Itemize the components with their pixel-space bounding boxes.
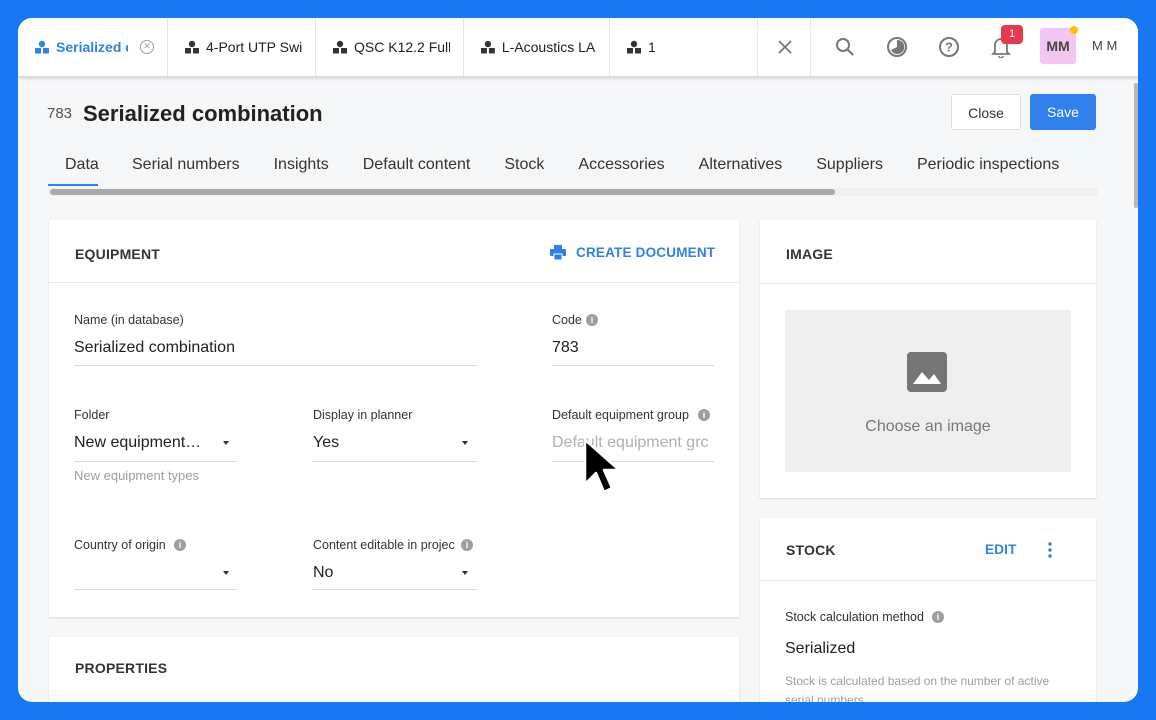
card-heading: EQUIPMENT [75, 246, 161, 262]
folder-label: Folder [74, 408, 110, 422]
tab-4-port-switch[interactable]: 4-Port UTP Swi [168, 18, 316, 76]
caret-down-icon[interactable] [223, 441, 229, 445]
image-icon [907, 352, 947, 392]
info-icon[interactable]: i [461, 539, 473, 551]
folder-select[interactable]: New equipment… [74, 434, 212, 452]
page-scrollbar[interactable] [1134, 83, 1138, 208]
card-heading: IMAGE [786, 246, 833, 262]
stock-method-label: Stock calculation method [785, 610, 924, 624]
tab-data[interactable]: Data [48, 156, 99, 186]
app-window: Serialized c ✕ 4-Port UTP Swi QSC K12.2 … [18, 18, 1138, 702]
card-divider [49, 282, 739, 283]
choose-image-label[interactable]: Choose an image [785, 418, 1071, 436]
editable-select[interactable]: No [313, 564, 443, 582]
tab-periodic-inspections[interactable]: Periodic inspections [917, 156, 1059, 186]
detail-tabs: Data Serial numbers Insights Default con… [48, 156, 1093, 186]
equipment-icon [480, 40, 495, 54]
card-divider [760, 283, 1096, 284]
tab-accessories[interactable]: Accessories [578, 156, 664, 186]
more-vert-icon[interactable] [1047, 542, 1053, 558]
folder-underline [74, 461, 237, 462]
tabs-scrollbar[interactable] [50, 189, 835, 195]
group-input[interactable]: Default equipment grc [552, 434, 714, 452]
close-icon[interactable] [773, 35, 797, 59]
editable-underline [313, 589, 476, 590]
display-label: Display in planner [313, 408, 413, 422]
card-heading: PROPERTIES [75, 660, 168, 676]
equipment-icon [333, 40, 347, 54]
avatar[interactable]: MM [1040, 28, 1076, 64]
stock-card: STOCK EDIT Stock calculation method i Se… [760, 518, 1096, 702]
code-label: Code [552, 313, 582, 327]
card-divider [760, 580, 1096, 581]
item-code: 783 [47, 105, 73, 122]
create-document-link[interactable]: CREATE DOCUMENT [576, 245, 715, 260]
tab-stock[interactable]: Stock [504, 156, 544, 186]
help-icon[interactable]: ? [937, 35, 961, 59]
page-title: Serialized combination [83, 101, 323, 126]
caret-down-icon[interactable] [223, 571, 229, 575]
stock-method-hint: Stock is calculated based on the number … [785, 674, 1050, 702]
code-field[interactable]: 783 [552, 339, 712, 357]
save-button[interactable]: Save [1030, 94, 1096, 130]
tab-l-acoustics[interactable]: L-Acoustics LA { [464, 18, 610, 76]
cursor-arrow-icon [583, 438, 621, 494]
print-icon[interactable] [550, 245, 566, 260]
group-label: Default equipment group [552, 408, 689, 422]
name-field[interactable]: Serialized combination [74, 339, 474, 357]
search-icon[interactable] [833, 35, 857, 59]
name-label: Name (in database) [74, 313, 184, 327]
country-label: Country of origin [74, 538, 166, 552]
close-circle-icon[interactable]: ✕ [140, 40, 154, 54]
notification-badge: 1 [1001, 25, 1023, 44]
tab-insights[interactable]: Insights [274, 156, 329, 186]
toolbar-divider [810, 18, 811, 76]
tab-serialized[interactable]: Serialized c ✕ [18, 18, 168, 76]
equipment-icon [185, 40, 199, 54]
code-underline [552, 365, 714, 366]
editable-label: Content editable in projec [313, 538, 455, 552]
tab-default-content[interactable]: Default content [363, 156, 471, 186]
timer-icon[interactable] [885, 35, 909, 59]
edit-stock-button[interactable]: EDIT [985, 542, 1017, 557]
caret-down-icon[interactable] [462, 571, 468, 575]
tab-qsc-k12[interactable]: QSC K12.2 Fullr [316, 18, 464, 76]
stock-method-value: Serialized [785, 640, 856, 657]
display-select[interactable]: Yes [313, 434, 443, 452]
properties-card: PROPERTIES [49, 637, 739, 702]
tab-label: Serialized c [56, 39, 128, 55]
caret-down-icon[interactable] [462, 441, 468, 445]
tab-serial-numbers[interactable]: Serial numbers [132, 156, 240, 186]
equipment-icon [35, 40, 49, 54]
close-button[interactable]: Close [951, 94, 1021, 130]
svg-text:?: ? [945, 40, 953, 55]
user-name[interactable]: M M [1092, 38, 1117, 53]
status-dot [1070, 26, 1078, 34]
info-icon[interactable]: i [174, 539, 186, 551]
info-icon[interactable]: i [586, 314, 598, 326]
card-heading: STOCK [786, 542, 836, 558]
display-underline [313, 461, 476, 462]
tab-label: 1 [648, 39, 656, 55]
tab-label: 4-Port UTP Swi [206, 39, 302, 55]
tab-alternatives[interactable]: Alternatives [699, 156, 783, 186]
equipment-card: EQUIPMENT CREATE DOCUMENT Name (in datab… [49, 220, 739, 617]
tab-label: QSC K12.2 Fullr [354, 39, 450, 55]
country-underline [74, 589, 237, 590]
group-underline [552, 461, 714, 462]
info-icon[interactable]: i [932, 611, 944, 623]
folder-hint: New equipment types [74, 468, 200, 483]
tab-overflow-count[interactable]: 1 [610, 18, 758, 76]
top-bar: Serialized c ✕ 4-Port UTP Swi QSC K12.2 … [18, 18, 1138, 76]
info-icon[interactable]: i [698, 409, 710, 421]
tab-label: L-Acoustics LA { [501, 39, 597, 55]
equipment-icon [627, 40, 641, 54]
name-underline [74, 365, 476, 366]
tab-suppliers[interactable]: Suppliers [816, 156, 883, 186]
